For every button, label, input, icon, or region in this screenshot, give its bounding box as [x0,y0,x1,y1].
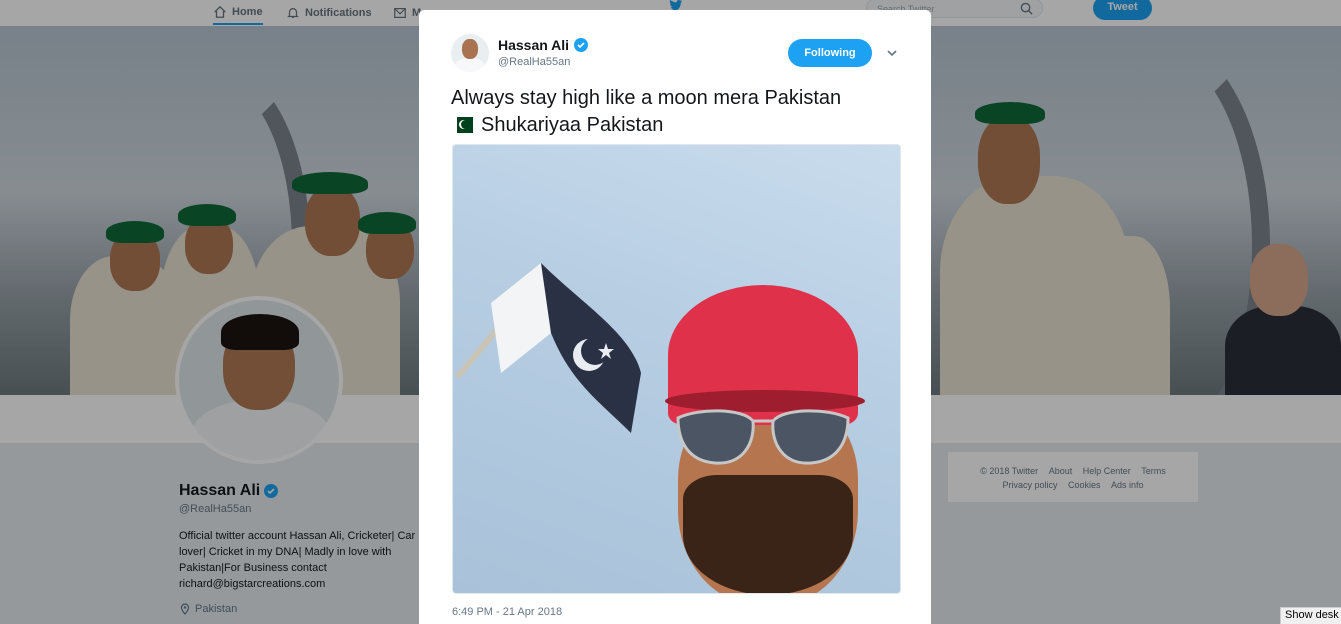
tweet-author-name-text: Hassan Ali [498,37,570,53]
following-button[interactable]: Following [788,39,872,67]
show-desktop-button[interactable]: Show desk [1280,607,1341,624]
tweet-text-line2-row: Shukariyaa Pakistan [451,112,901,139]
tweet-author-name[interactable]: Hassan Ali [498,37,589,53]
tweet-text-line2: Shukariyaa Pakistan [481,114,664,136]
tweet-modal: Hassan Ali @RealHa55an Following Always … [419,10,931,624]
tweet-author-handle[interactable]: @RealHa55an [498,56,570,68]
tweet-text-line1: Always stay high like a moon mera Pakist… [451,87,842,109]
tweet-author-avatar[interactable] [451,34,489,72]
tweet-timestamp[interactable]: 6:49 PM - 21 Apr 2018 [452,606,562,618]
pakistan-flag-image [491,263,641,433]
tweet-text: Always stay high like a moon mera Pakist… [451,85,901,139]
tweet-photo[interactable] [452,144,901,594]
photo-beard [683,475,853,593]
photo-sunglasses [676,409,850,465]
verified-badge-icon [574,38,589,52]
chevron-down-icon[interactable] [885,46,899,60]
pakistan-flag-icon [451,117,473,133]
